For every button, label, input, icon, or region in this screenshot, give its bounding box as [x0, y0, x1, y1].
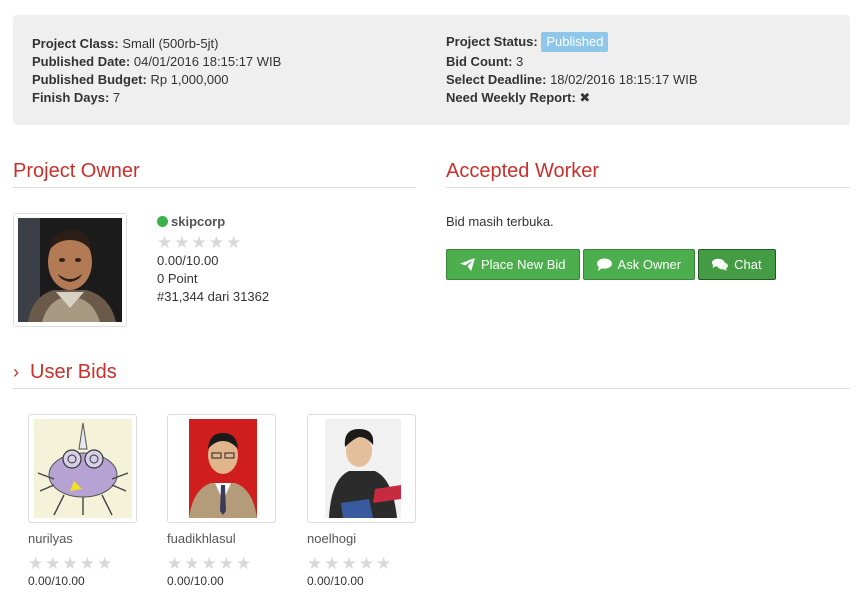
project-class-value: Small (500rb-5jt)	[122, 36, 219, 51]
bidder-photo-image	[34, 419, 132, 518]
bidder-card: noelhogi ★ ★ ★ ★ ★ 0.00/10.00	[307, 414, 417, 589]
bidder-rating: 0.00/10.00	[167, 574, 224, 588]
divider	[446, 187, 850, 188]
star-icon: ★	[97, 554, 113, 573]
paper-plane-icon	[460, 258, 475, 271]
project-status-row: Project Status: Published	[446, 32, 698, 53]
close-icon: ✖	[579, 90, 591, 105]
star-icon: ★	[324, 554, 340, 573]
owner-rating: 0.00/10.00	[157, 253, 219, 268]
star-icon: ★	[45, 554, 61, 573]
owner-rating-stars: ★ ★ ★ ★ ★	[157, 234, 269, 251]
star-icon: ★	[201, 554, 217, 573]
bidder-rating-stars: ★ ★ ★ ★ ★	[28, 555, 138, 572]
star-icon: ★	[218, 554, 234, 573]
star-icon: ★	[191, 233, 207, 252]
bid-count-value: 3	[516, 54, 524, 69]
bidder-avatar[interactable]	[307, 414, 416, 523]
weekly-report-row: Need Weekly Report: ✖	[446, 90, 591, 105]
star-icon: ★	[28, 554, 44, 573]
divider	[13, 187, 416, 188]
project-info-panel: Project Class: Small (500rb-5jt) Publish…	[13, 15, 850, 125]
star-icon: ★	[79, 554, 95, 573]
bid-count-row: Bid Count: 3	[446, 54, 524, 69]
star-icon: ★	[62, 554, 78, 573]
project-info-left: Project Class: Small (500rb-5jt) Publish…	[32, 35, 281, 107]
star-icon: ★	[167, 554, 183, 573]
project-owner-heading: Project Owner	[13, 160, 140, 182]
owner-name-row: skipcorp	[157, 213, 269, 231]
bidder-name-link[interactable]: fuadikhlasul	[167, 531, 277, 547]
online-status-icon	[157, 216, 168, 227]
comment-icon	[596, 258, 612, 271]
published-budget-value: Rp 1,000,000	[150, 72, 229, 87]
star-icon: ★	[157, 233, 173, 252]
select-deadline-value: 18/02/2016 18:15:17 WIB	[550, 72, 698, 87]
owner-rank: #31,344 dari 31362	[157, 289, 270, 304]
star-icon: ★	[184, 554, 200, 573]
bidder-photo-image	[173, 419, 271, 518]
bidder-rating-stars: ★ ★ ★ ★ ★	[307, 555, 417, 572]
finish-days-row: Finish Days: 7	[32, 90, 121, 105]
comments-icon	[712, 258, 729, 271]
bidder-avatar[interactable]	[167, 414, 276, 523]
published-date-value: 04/01/2016 18:15:17 WIB	[133, 54, 282, 69]
star-icon: ★	[376, 554, 392, 573]
bidder-rating-stars: ★ ★ ★ ★ ★	[167, 555, 277, 572]
bidder-name-link[interactable]: noelhogi	[307, 531, 417, 547]
published-budget-row: Published Budget: Rp 1,000,000	[32, 72, 229, 87]
star-icon: ★	[307, 554, 323, 573]
finish-days-value: 7	[112, 90, 121, 105]
owner-avatar[interactable]	[13, 213, 127, 327]
user-bids-heading[interactable]: User Bids	[30, 360, 117, 384]
bidder-name-link[interactable]: nurilyas	[28, 531, 138, 547]
owner-photo-image	[18, 218, 122, 322]
star-icon: ★	[236, 554, 252, 573]
star-icon: ★	[358, 554, 374, 573]
status-badge: Published	[541, 32, 609, 52]
bidder-rating: 0.00/10.00	[307, 574, 364, 588]
action-buttons: Place New Bid Ask Owner Chat	[446, 249, 776, 280]
star-icon: ★	[341, 554, 357, 573]
select-deadline-row: Select Deadline: 18/02/2016 18:15:17 WIB	[446, 72, 698, 87]
owner-points: 0 Point	[157, 271, 198, 286]
bidder-card: fuadikhlasul ★ ★ ★ ★ ★ 0.00/10.00	[167, 414, 277, 589]
owner-name-link[interactable]: skipcorp	[171, 214, 225, 229]
published-date-row: Published Date: 04/01/2016 18:15:17 WIB	[32, 54, 282, 69]
star-icon: ★	[208, 233, 224, 252]
star-icon: ★	[226, 233, 242, 252]
accepted-worker-heading: Accepted Worker	[446, 160, 600, 182]
divider	[13, 388, 850, 389]
owner-info: skipcorp ★ ★ ★ ★ ★ 0.00/10.00 0 Point #31,34…	[157, 213, 269, 306]
bidder-rating: 0.00/10.00	[28, 574, 85, 588]
project-info-right: Project Status: Published Bid Count: 3 S…	[446, 32, 698, 107]
bidder-photo-image	[313, 419, 411, 518]
bid-status-message: Bid masih terbuka.	[446, 214, 554, 229]
place-new-bid-button[interactable]: Place New Bid	[446, 249, 580, 280]
project-class-row: Project Class: Small (500rb-5jt)	[32, 36, 219, 51]
star-icon: ★	[174, 233, 190, 252]
chat-button[interactable]: Chat	[698, 249, 776, 280]
bidder-card: nurilyas ★ ★ ★ ★ ★ 0.00/10.00	[28, 414, 138, 589]
bidder-avatar[interactable]	[28, 414, 137, 523]
ask-owner-button[interactable]: Ask Owner	[582, 249, 696, 280]
chevron-right-icon[interactable]: ›	[13, 360, 19, 384]
